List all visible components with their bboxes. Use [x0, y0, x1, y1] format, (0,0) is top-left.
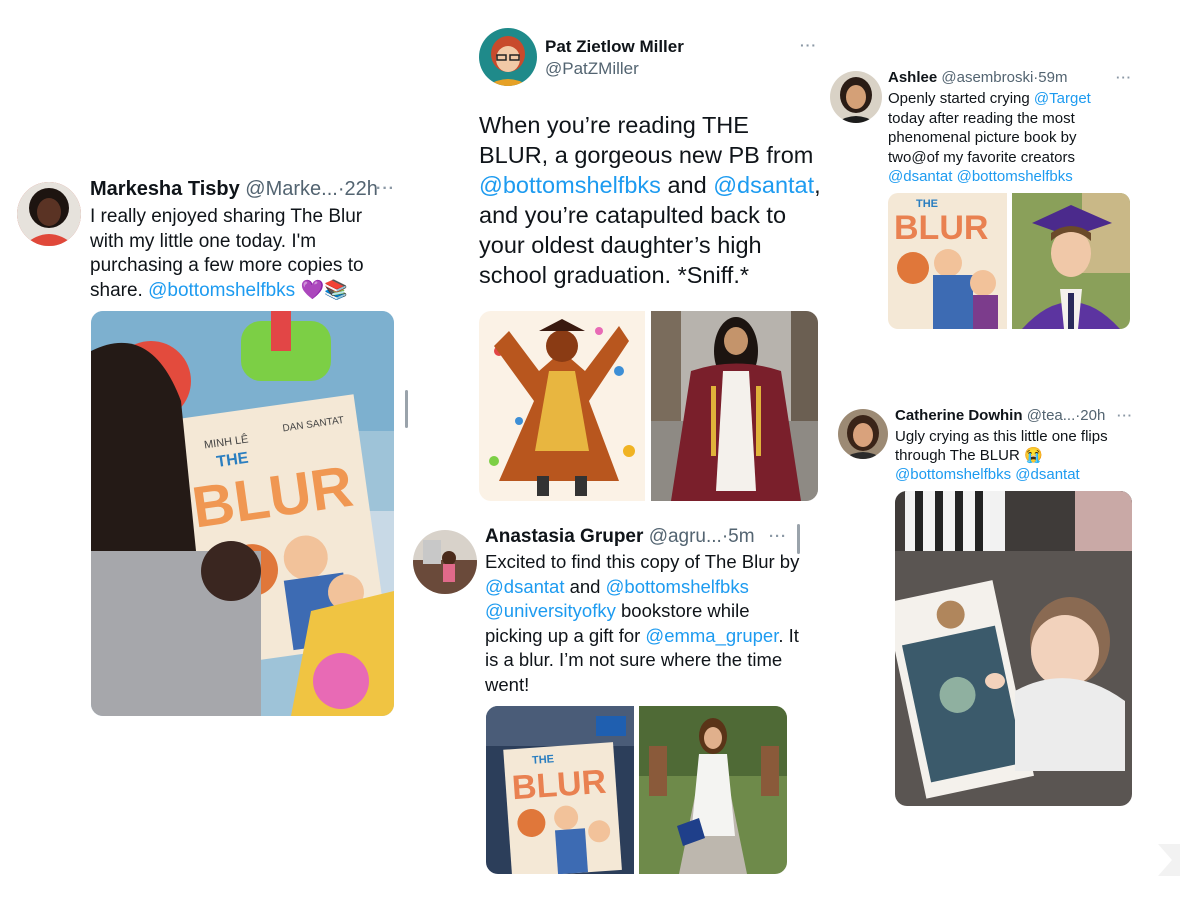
tweet-photo[interactable]	[651, 311, 818, 501]
photo-illustration-graduate	[479, 311, 645, 501]
author-handle[interactable]: @agru...	[649, 526, 722, 547]
mention-link[interactable]: @bottomshelfbks	[606, 576, 749, 597]
avatar[interactable]	[838, 409, 888, 459]
tweet-photo[interactable]: THE BLUR	[486, 706, 634, 874]
tweet-text-part: Ugly crying as this little one flips thr…	[895, 428, 1108, 464]
author-handle[interactable]: @tea...	[1027, 407, 1076, 424]
cropped-card-edge	[1158, 844, 1180, 876]
photo-baby-with-book	[895, 491, 1132, 806]
timestamp[interactable]: 22h	[345, 178, 378, 200]
tweet-photo[interactable]	[1012, 193, 1130, 329]
tweet-text: Openly started crying @Target today afte…	[888, 89, 1103, 187]
tweet-text-part: When you’re reading THE BLUR, a gorgeous…	[479, 112, 814, 168]
tweet-catherine[interactable]: Catherine Dowhin @tea...·20h ··· Ugly cr…	[833, 400, 1143, 810]
tweet-text-part: and	[667, 172, 707, 198]
author-name[interactable]: Anastasia Gruper	[485, 526, 643, 547]
author-handle[interactable]: @asembroski	[941, 69, 1033, 86]
photo-graduate-maroon-gown	[651, 311, 818, 501]
mention-link[interactable]: @bottomshelfbks	[479, 172, 661, 198]
scrollbar[interactable]	[797, 524, 800, 554]
tweet-markesha[interactable]: Markesha Tisby @Marke...·22h ··· I reall…	[0, 170, 410, 730]
tweet-text: Ugly crying as this little one flips thr…	[895, 427, 1120, 484]
author-name[interactable]: Catherine Dowhin	[895, 407, 1023, 424]
mention-link[interactable]: @bottomshelfbks	[895, 466, 1011, 483]
book-title-big: BLUR	[894, 209, 988, 247]
tweet-text: I really enjoyed sharing The Blur with m…	[90, 205, 390, 303]
photo-graduate-white-dress	[639, 706, 787, 874]
author-handle[interactable]: @Marke...	[245, 178, 338, 200]
avatar-image	[838, 409, 888, 459]
avatar[interactable]	[830, 71, 882, 123]
author-name[interactable]: Pat Zietlow Miller	[545, 37, 684, 57]
tweet-text-part: Excited to find this copy of The Blur by	[485, 551, 800, 572]
mention-link[interactable]: @emma_gruper	[645, 625, 778, 646]
more-options-icon[interactable]: ···	[800, 37, 817, 53]
mention-link[interactable]: @dsantat	[485, 576, 564, 597]
author-name[interactable]: Markesha Tisby	[90, 178, 240, 200]
tweet-text-part: Openly started crying	[888, 90, 1030, 107]
mention-link[interactable]: @bottomshelfbks	[148, 280, 295, 301]
tweet-pat[interactable]: Pat Zietlow Miller @PatZMiller ··· When …	[470, 20, 830, 510]
mention-link[interactable]: @dsantat	[713, 172, 814, 198]
photo-child-with-book: MINH LÊ DAN SANTAT THE BLUR	[91, 311, 394, 716]
photo-book-cover: THE BLUR	[888, 193, 1007, 329]
mention-link[interactable]: @dsantat	[1015, 466, 1079, 483]
more-options-icon[interactable]: ···	[376, 180, 395, 198]
tweet-text: When you’re reading THE BLUR, a gorgeous…	[479, 110, 824, 290]
author-handle[interactable]: @PatZMiller	[545, 59, 639, 79]
tweet-photo[interactable]: MINH LÊ DAN SANTAT THE BLUR	[91, 311, 394, 716]
tweet-ashlee[interactable]: Ashlee @asembroski·59m ··· Openly starte…	[826, 62, 1146, 337]
emoji: 😭	[1023, 447, 1043, 464]
tweet-photo[interactable]	[895, 491, 1132, 806]
separator-dot: ·	[337, 178, 345, 200]
more-options-icon[interactable]: ···	[1117, 408, 1133, 423]
scrollbar[interactable]	[405, 390, 408, 428]
book-title-big: BLUR	[511, 763, 608, 807]
photo-graduate-purple-cap	[1012, 193, 1130, 329]
photo-book-in-store: THE BLUR	[486, 706, 634, 874]
book-title-small: THE	[532, 753, 555, 767]
tweet-photo[interactable]	[639, 706, 787, 874]
tweet-text: Excited to find this copy of The Blur by…	[485, 550, 800, 697]
tweet-text-part: and	[569, 575, 601, 597]
avatar-image	[413, 530, 477, 594]
timestamp[interactable]: 5m	[728, 526, 754, 547]
mention-link[interactable]: @Target	[1034, 90, 1091, 107]
timestamp[interactable]: 20h	[1080, 407, 1105, 424]
avatar[interactable]	[479, 28, 537, 86]
more-options-icon[interactable]: ···	[769, 528, 787, 545]
mention-link[interactable]: @bottomshelfbks	[957, 168, 1073, 185]
timestamp[interactable]: 59m	[1038, 69, 1067, 86]
avatar-image	[17, 182, 81, 246]
avatar[interactable]	[413, 530, 477, 594]
author-name[interactable]: Ashlee	[888, 69, 937, 86]
avatar-image	[830, 71, 882, 123]
mention-link[interactable]: @dsantat	[888, 168, 952, 185]
tweet-text-part: today after reading the most phenomenal …	[888, 109, 1077, 166]
mention-link[interactable]: @universityofky	[485, 600, 616, 621]
avatar[interactable]	[17, 182, 81, 246]
emoji: 💜📚	[300, 279, 348, 301]
tweet-photo[interactable]: THE BLUR	[888, 193, 1007, 329]
tweet-anastasia[interactable]: Anastasia Gruper @agru...·5m ··· Excited…	[405, 520, 815, 890]
more-options-icon[interactable]: ···	[1116, 70, 1132, 85]
tweet-photo[interactable]	[479, 311, 645, 501]
avatar-image	[479, 28, 537, 86]
